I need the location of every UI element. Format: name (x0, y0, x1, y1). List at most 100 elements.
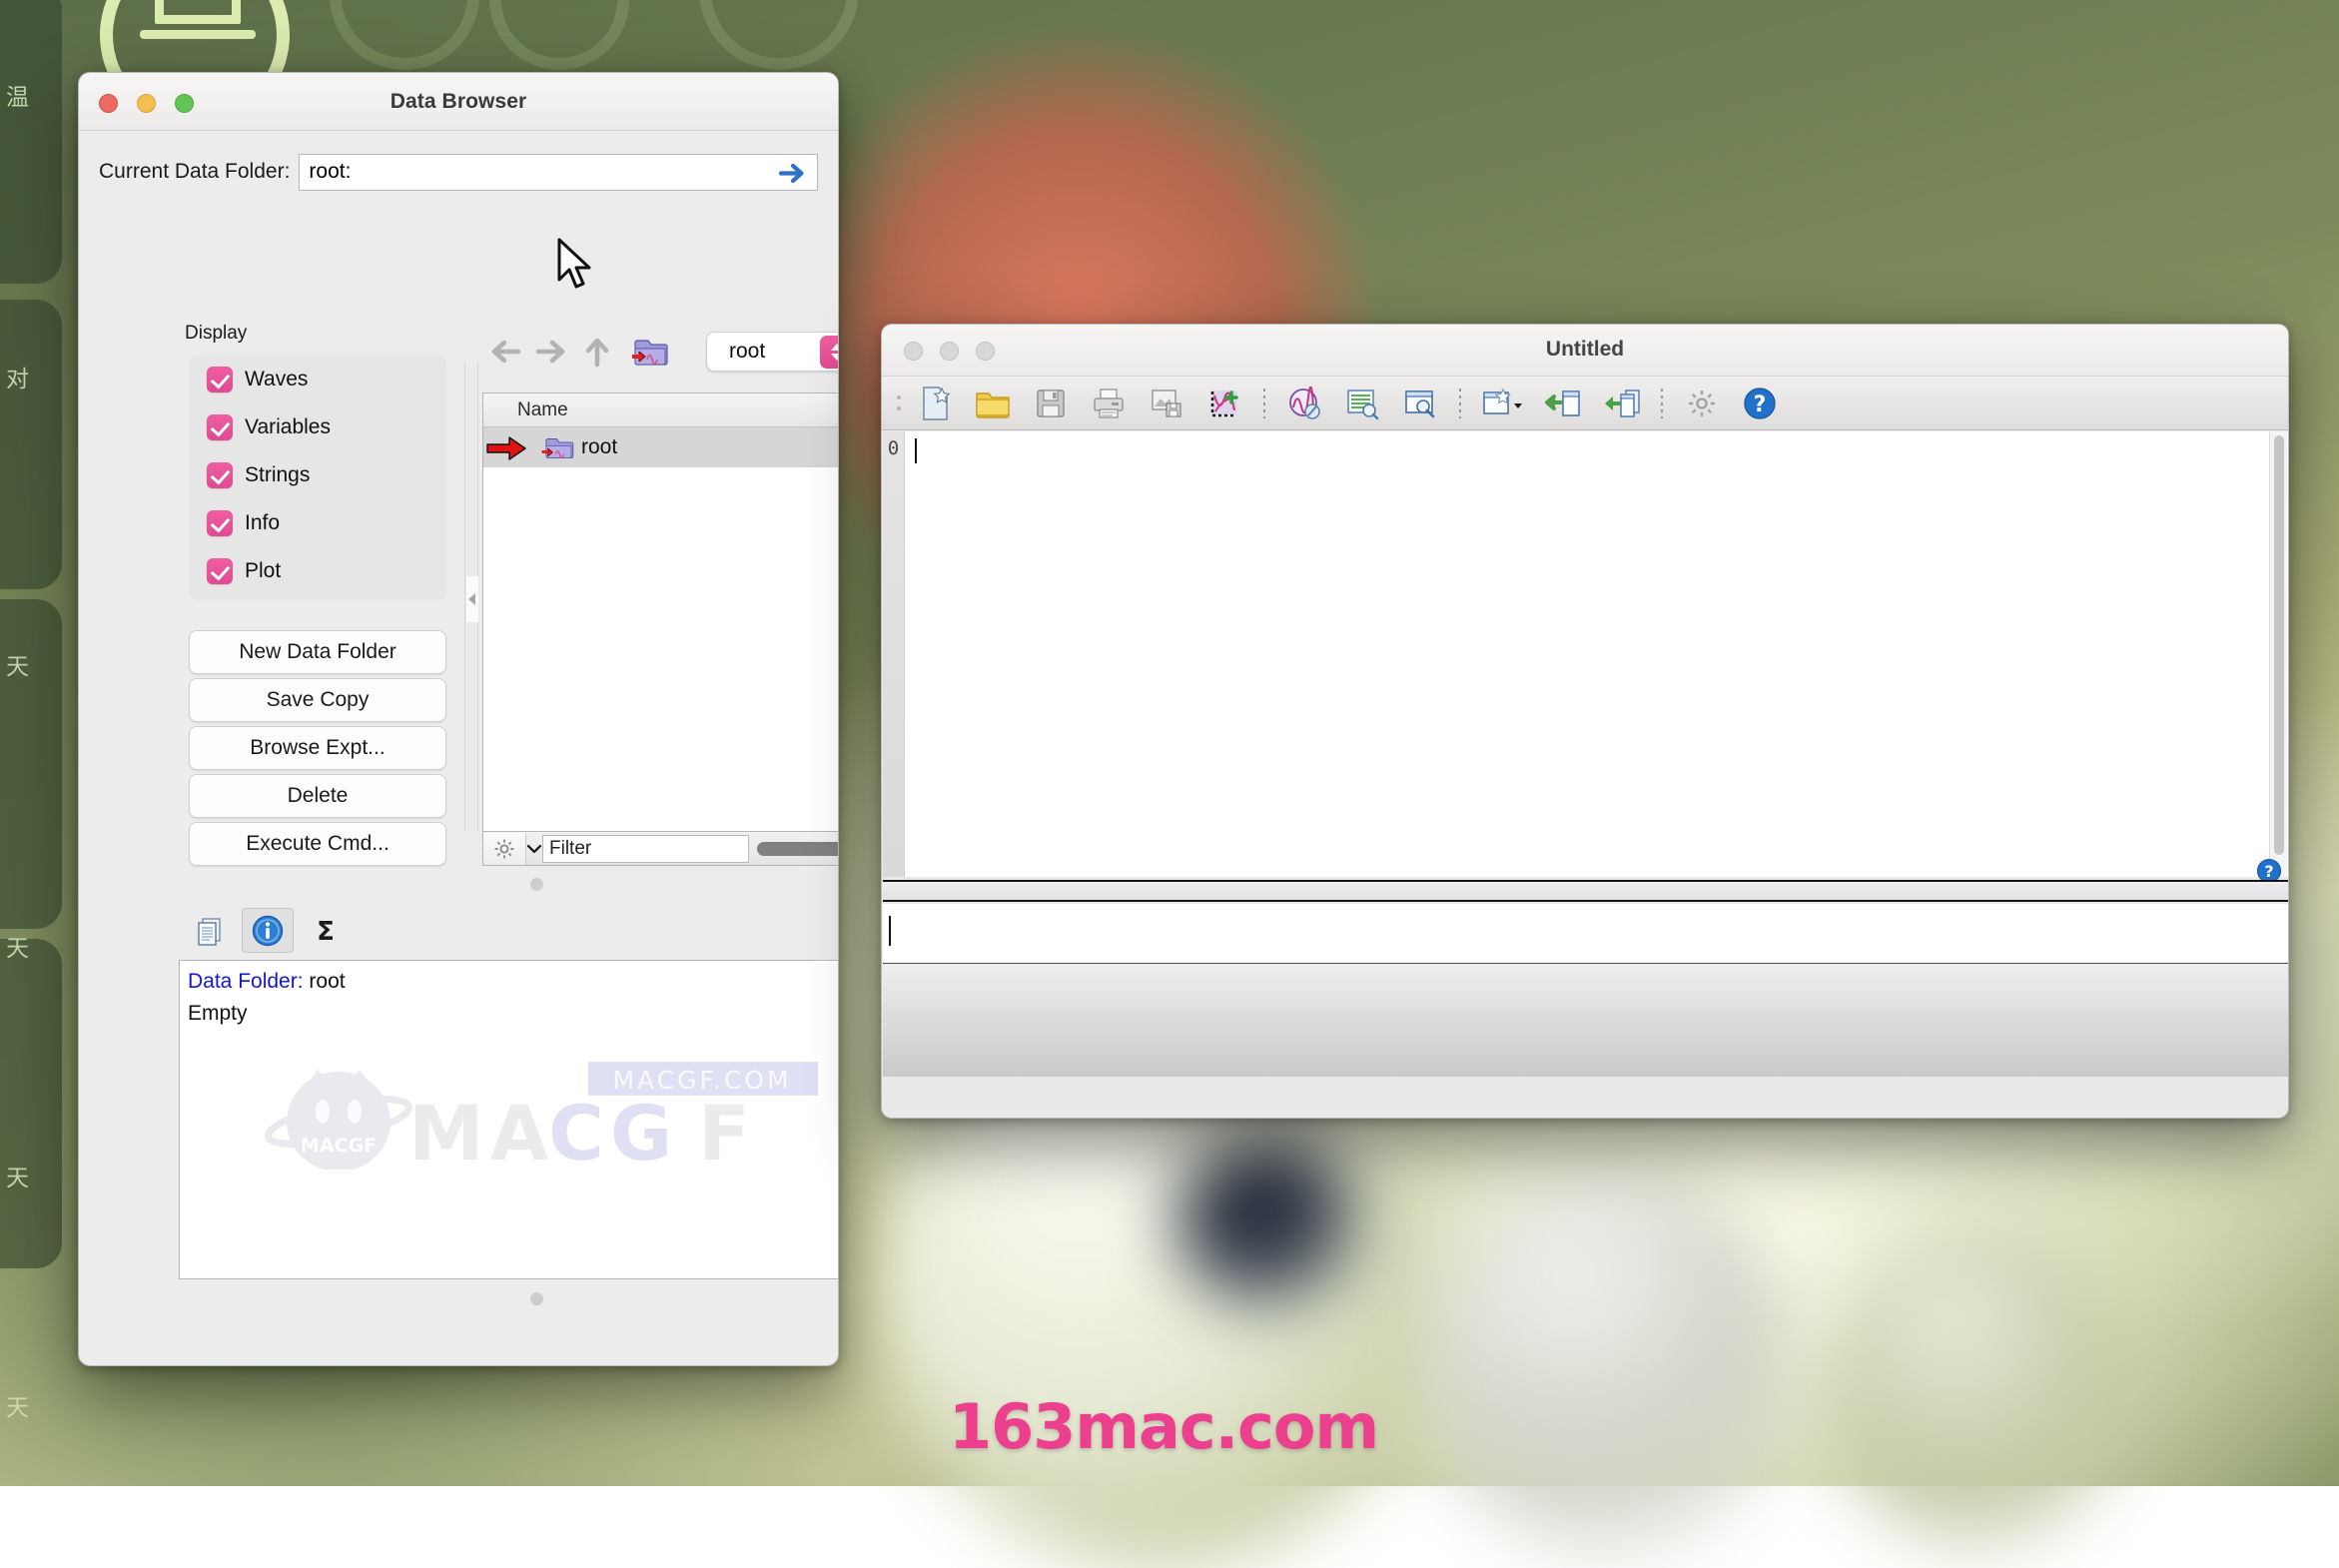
toolbar-grip[interactable] (892, 387, 906, 420)
widget-glyph-2: 天 (6, 647, 29, 681)
new-graph-button[interactable] (1195, 382, 1253, 425)
untitled-titlebar[interactable]: Untitled (882, 325, 2288, 377)
arrow-right-icon[interactable] (528, 332, 574, 372)
delete-button[interactable]: Delete (189, 774, 446, 818)
filter-input[interactable]: Filter (542, 835, 749, 863)
line-number-gutter: 0 (883, 431, 905, 877)
arrow-left-icon[interactable] (482, 332, 528, 372)
history-area[interactable]: 0 (883, 431, 2289, 877)
site-watermark: 163mac.com (949, 1390, 1378, 1463)
resize-dot-handle[interactable] (530, 878, 543, 891)
collapse-left-icon[interactable] (466, 576, 478, 622)
info-tab[interactable] (242, 908, 294, 953)
current-folder-input[interactable]: root: (299, 154, 818, 191)
window-title: Data Browser (79, 90, 838, 114)
checkbox-variables[interactable]: Variables (189, 403, 446, 451)
widget-glyph-0: 温 (6, 78, 29, 112)
checkbox-strings-label: Strings (245, 463, 310, 487)
gear-icon[interactable] (483, 833, 526, 865)
widget-glyph-4: 天 (6, 1159, 29, 1192)
send-all-back-button[interactable] (1593, 382, 1651, 425)
arrow-right-icon[interactable] (779, 161, 809, 186)
checkbox-variables-box[interactable] (207, 414, 233, 440)
checkbox-plot-label: Plot (245, 559, 281, 583)
save-copy-button[interactable]: Save Copy (189, 678, 446, 722)
browser-nav-row: root (482, 329, 839, 375)
decorative-ring (699, 0, 859, 70)
column-header-name: Name (517, 399, 568, 421)
line-number: 0 (888, 437, 899, 459)
checkbox-strings[interactable]: Strings (189, 451, 446, 499)
checkbox-waves-box[interactable] (207, 367, 233, 392)
save-button[interactable] (1022, 382, 1080, 425)
new-window-button[interactable] (1471, 382, 1535, 425)
new-table-button[interactable] (1333, 382, 1391, 425)
panel-splitter[interactable] (464, 362, 478, 831)
stats-tab[interactable]: Σ (300, 908, 352, 953)
folder-popup-menu[interactable]: root (706, 332, 839, 372)
checkbox-plot-box[interactable] (207, 558, 233, 584)
new-experiment-button[interactable] (906, 382, 964, 425)
preferences-button[interactable] (1673, 382, 1731, 425)
mouse-cursor (555, 238, 599, 294)
arrow-up-icon[interactable] (574, 332, 620, 372)
data-folder-icon (539, 435, 577, 461)
svg-text:?: ? (2264, 862, 2273, 881)
display-group-label: Display (185, 323, 247, 345)
info-panel[interactable]: Data Folder: root Empty (179, 960, 839, 1279)
scrollbar-thumb[interactable] (2274, 435, 2284, 855)
horizontal-scrollbar[interactable] (749, 833, 839, 865)
wave-browser-button[interactable] (1275, 382, 1333, 425)
svg-text:?: ? (1754, 392, 1767, 417)
data-folder-list[interactable]: Name root (482, 392, 839, 832)
checkbox-info-box[interactable] (207, 510, 233, 536)
checkbox-info[interactable]: Info (189, 499, 446, 547)
window-footer (883, 965, 2289, 1077)
help-button[interactable]: ? (1731, 382, 1789, 425)
filter-bar: Filter ? (482, 832, 839, 866)
decorative-ring (330, 0, 479, 70)
list-header[interactable]: Name (483, 393, 839, 427)
list-item[interactable]: root (483, 427, 839, 467)
background-blob (1428, 1159, 1788, 1558)
data-browser-titlebar[interactable]: Data Browser (79, 73, 838, 131)
checkbox-waves-label: Waves (245, 368, 308, 392)
untitled-toolbar: ? (882, 377, 2288, 430)
list-item-label: root (581, 435, 617, 459)
stepper-updown-icon[interactable] (820, 336, 839, 369)
command-divider[interactable] (883, 880, 2289, 902)
scrollbar-thumb[interactable] (757, 842, 840, 856)
current-folder-label: Current Data Folder: (99, 160, 290, 184)
untitled-window[interactable]: Untitled (881, 324, 2289, 1119)
execute-cmd-button[interactable]: Execute Cmd... (189, 822, 446, 866)
background-blob (1828, 1228, 2127, 1548)
info-tab-strip: Σ (184, 908, 352, 953)
send-to-back-button[interactable] (1535, 382, 1593, 425)
checkbox-plot[interactable]: Plot (189, 547, 446, 595)
checkbox-waves[interactable]: Waves (189, 356, 446, 403)
toolbar-separator (1263, 389, 1265, 418)
history-scrollbar[interactable] (2269, 431, 2287, 877)
widget-glyph-1: 对 (6, 360, 29, 393)
command-caret (889, 916, 891, 946)
history-text-caret (915, 438, 917, 463)
current-folder-value: root: (309, 160, 351, 184)
print-button[interactable] (1080, 382, 1138, 425)
chevron-down-icon[interactable] (526, 844, 542, 854)
resize-dot-handle[interactable] (530, 1292, 543, 1305)
data-folder-icon[interactable] (626, 332, 672, 372)
copy-tab[interactable] (184, 908, 236, 953)
new-data-folder-button[interactable]: New Data Folder (189, 630, 446, 674)
command-line-input[interactable] (883, 904, 2289, 964)
new-layout-button[interactable] (1391, 382, 1449, 425)
svg-text:Σ: Σ (317, 917, 335, 946)
decorative-ring (489, 0, 629, 70)
open-button[interactable] (964, 382, 1022, 425)
save-graphics-button[interactable] (1138, 382, 1195, 425)
toolbar-separator (1661, 389, 1663, 418)
info-line-1: Data Folder: root (188, 970, 346, 994)
checkbox-variables-label: Variables (245, 415, 331, 439)
data-browser-window[interactable]: Data Browser Current Data Folder: root: … (78, 72, 839, 1366)
browse-expt-button[interactable]: Browse Expt... (189, 726, 446, 770)
checkbox-strings-box[interactable] (207, 462, 233, 488)
